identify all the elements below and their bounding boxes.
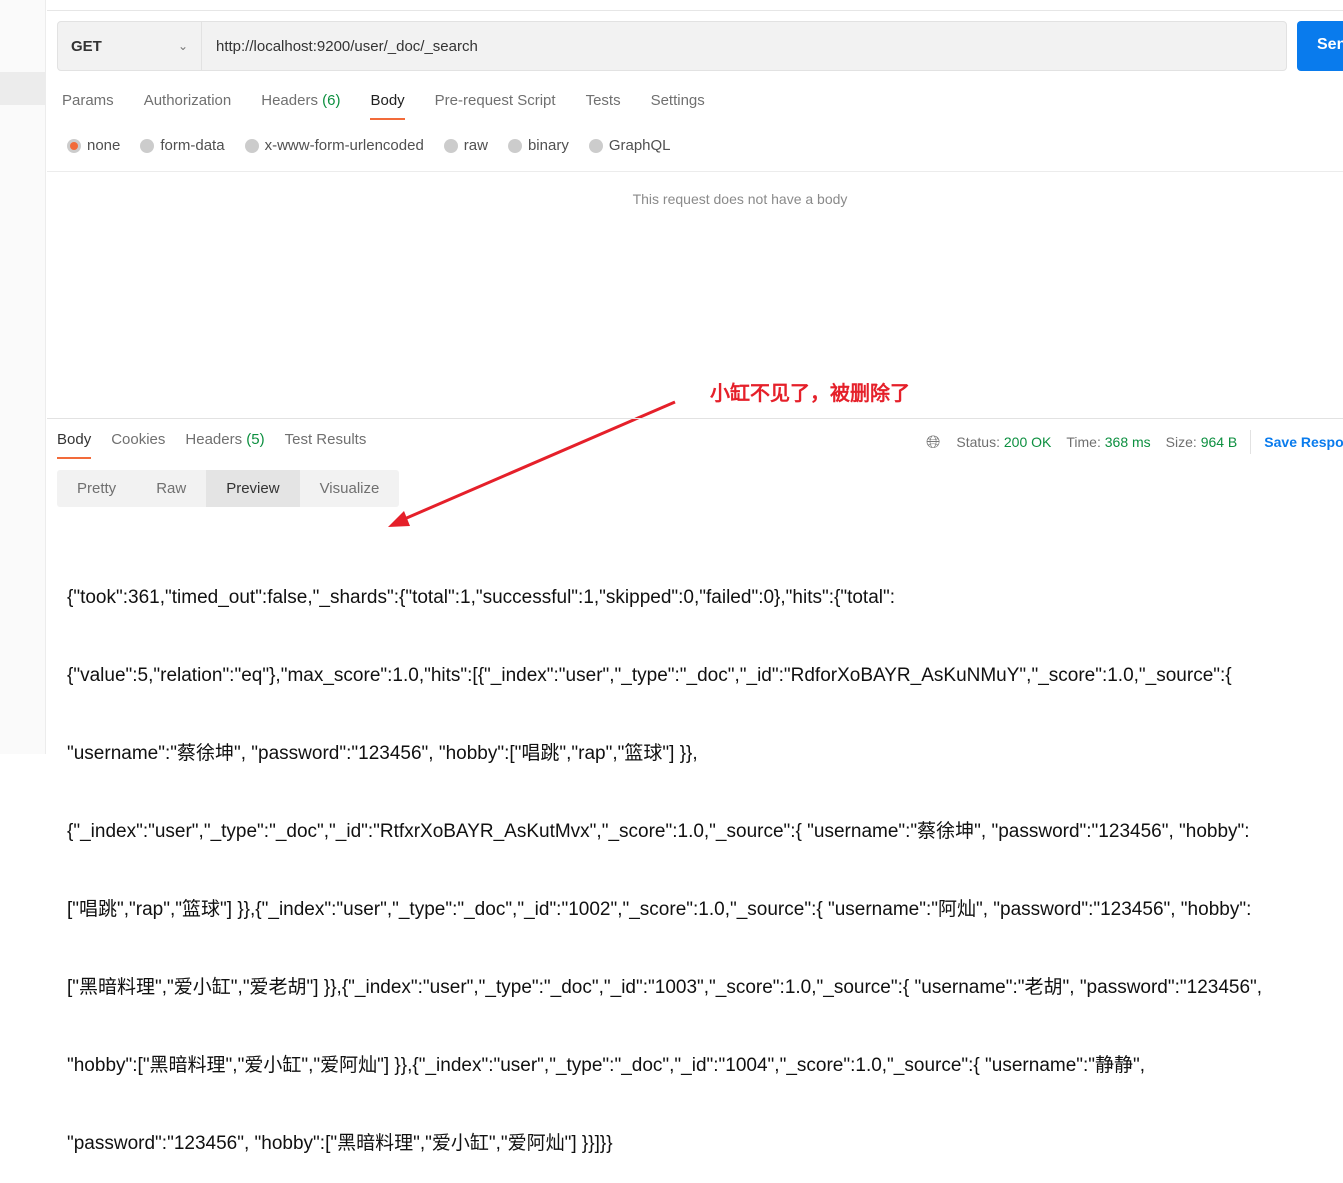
tab-cookies[interactable]: Cookies <box>111 431 165 448</box>
tab-test-results[interactable]: Test Results <box>285 431 367 448</box>
response-line: ["唱跳","rap","篮球"] }},{"_index":"user","_… <box>67 899 1252 920</box>
view-preview[interactable]: Preview <box>206 470 300 507</box>
status-value: 200 OK <box>1003 434 1052 450</box>
response-line: ["黑暗料理","爱小缸","爱老胡"] }},{"_index":"user"… <box>67 977 1263 998</box>
globe-icon[interactable]: 🌐︎ <box>926 432 940 453</box>
save-response-button[interactable]: Save Response <box>1264 434 1343 450</box>
response-line: {"value":5,"relation":"eq"},"max_score":… <box>67 665 1232 686</box>
divider <box>1250 430 1252 454</box>
view-mode-selector: Pretty Raw Preview Visualize <box>57 470 400 507</box>
response-preview: {"took":361,"timed_out":false,"_shards":… <box>67 533 1343 1183</box>
tab-response-body[interactable]: Body <box>57 431 92 459</box>
time-value: 368 ms <box>1104 434 1151 450</box>
view-visualize[interactable]: Visualize <box>300 470 400 507</box>
time-label: Time: <box>1066 434 1101 450</box>
tab-label: Headers <box>185 431 243 448</box>
response-line: "password":"123456", "hobby":["黑暗料理","爱小… <box>67 1133 613 1154</box>
divider <box>47 418 1343 419</box>
tab-response-headers[interactable]: Headers (5) <box>185 431 264 448</box>
size-label: Size: <box>1165 434 1197 450</box>
headers-count: (5) <box>246 431 265 448</box>
response-line: {"_index":"user","_type":"_doc","_id":"R… <box>67 821 1250 842</box>
response-line: "username":"蔡徐坤", "password":"123456", "… <box>67 743 698 764</box>
response-meta: 🌐︎ Status: 200 OK Time: 368 ms Size: 964… <box>926 430 1343 454</box>
response-line: "hobby":["黑暗料理","爱小缸","爱阿灿"] }},{"_index… <box>67 1055 1146 1076</box>
size-value: 964 B <box>1200 434 1238 450</box>
status-label: Status: <box>956 434 1000 450</box>
response-line: {"took":361,"timed_out":false,"_shards":… <box>67 587 896 608</box>
view-pretty[interactable]: Pretty <box>57 470 136 507</box>
view-raw[interactable]: Raw <box>136 470 206 507</box>
